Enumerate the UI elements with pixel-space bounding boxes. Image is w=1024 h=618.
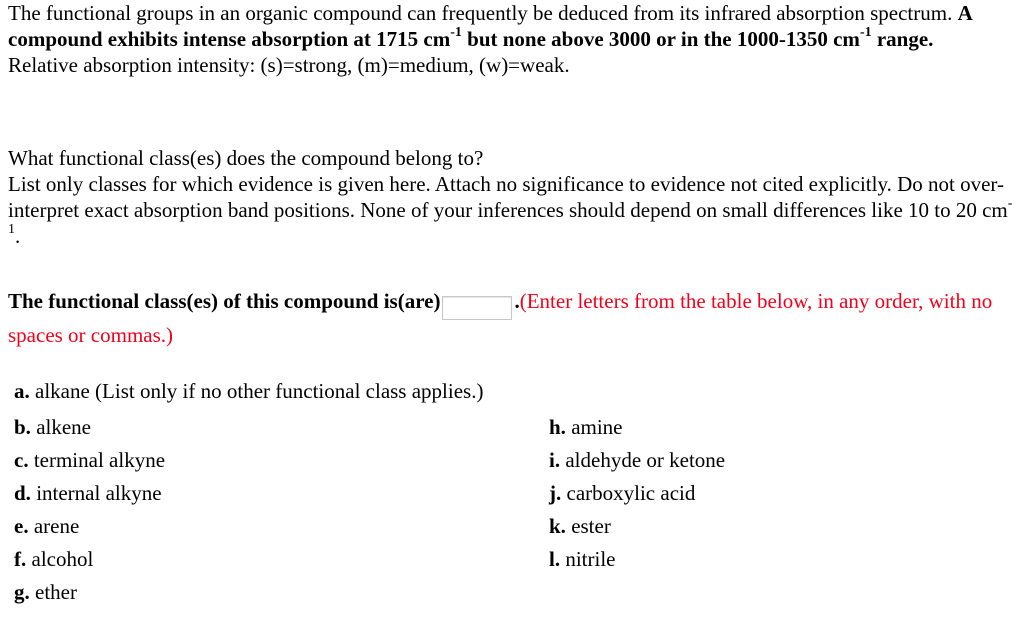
option-label: terminal alkyne <box>33 448 166 472</box>
option-label: carboxylic acid <box>566 481 696 505</box>
option-c: c. terminal alkyne <box>14 447 165 473</box>
option-letter: h. <box>549 415 566 439</box>
option-label: ether <box>35 580 77 604</box>
intro-paragraph: The functional groups in an organic comp… <box>8 0 1018 52</box>
instructions-text: List only classes for which evidence is … <box>8 172 1008 222</box>
option-e: e. arene <box>14 513 79 539</box>
intro-text: The functional groups in an organic comp… <box>8 1 953 25</box>
option-letter: e. <box>14 514 29 538</box>
instructions-end: . <box>15 224 21 248</box>
option-i: i. aldehyde or ketone <box>549 447 725 473</box>
question-prompt: What functional class(es) does the compo… <box>8 146 484 170</box>
option-d: d. internal alkyne <box>14 480 162 506</box>
option-label: alcohol <box>31 547 94 571</box>
option-letter: k. <box>549 514 566 538</box>
option-b: b. alkene <box>14 414 91 440</box>
superscript: -1 <box>859 25 872 40</box>
option-h: h. amine <box>549 414 623 440</box>
option-label: nitrile <box>565 547 616 571</box>
intensity-legend: Relative absorption intensity: (s)=stron… <box>8 53 570 77</box>
option-letter: d. <box>14 481 31 505</box>
option-label: ester <box>571 514 611 538</box>
question-block: What functional class(es) does the compo… <box>8 145 1018 249</box>
option-label: alkene <box>36 415 91 439</box>
option-letter: i. <box>549 448 561 472</box>
option-letter: f. <box>14 547 27 571</box>
answer-label: The functional class(es) of this compoun… <box>8 289 441 313</box>
option-label: internal alkyne <box>36 481 162 505</box>
option-f: f. alcohol <box>14 546 93 572</box>
option-letter: j. <box>549 481 562 505</box>
option-g: g. ether <box>14 579 77 605</box>
answer-input[interactable] <box>442 295 513 320</box>
option-letter: c. <box>14 448 29 472</box>
option-label: amine <box>571 415 623 439</box>
option-label: alkane (List only if no other functional… <box>35 379 484 403</box>
spectrum-data-part: but none above 3000 or in the 1000-1350 … <box>461 27 860 51</box>
option-k: k. ester <box>549 513 611 539</box>
option-letter: b. <box>14 415 31 439</box>
option-letter: l. <box>549 547 561 571</box>
option-letter: g. <box>14 580 30 604</box>
problem-container: The functional groups in an organic comp… <box>8 0 1018 604</box>
question-instructions: List only classes for which evidence is … <box>8 171 1018 249</box>
answer-row: The functional class(es) of this compoun… <box>8 286 1018 351</box>
superscript: -1 <box>450 25 462 40</box>
spectrum-data-part: range. <box>871 27 934 51</box>
option-label: aldehyde or ketone <box>565 448 726 472</box>
option-letter: a. <box>14 379 30 403</box>
option-l: l. nitrile <box>549 546 616 572</box>
option-j: j. carboxylic acid <box>549 480 695 506</box>
option-a: a. alkane (List only if no other functio… <box>14 378 483 404</box>
option-label: arene <box>33 514 80 538</box>
